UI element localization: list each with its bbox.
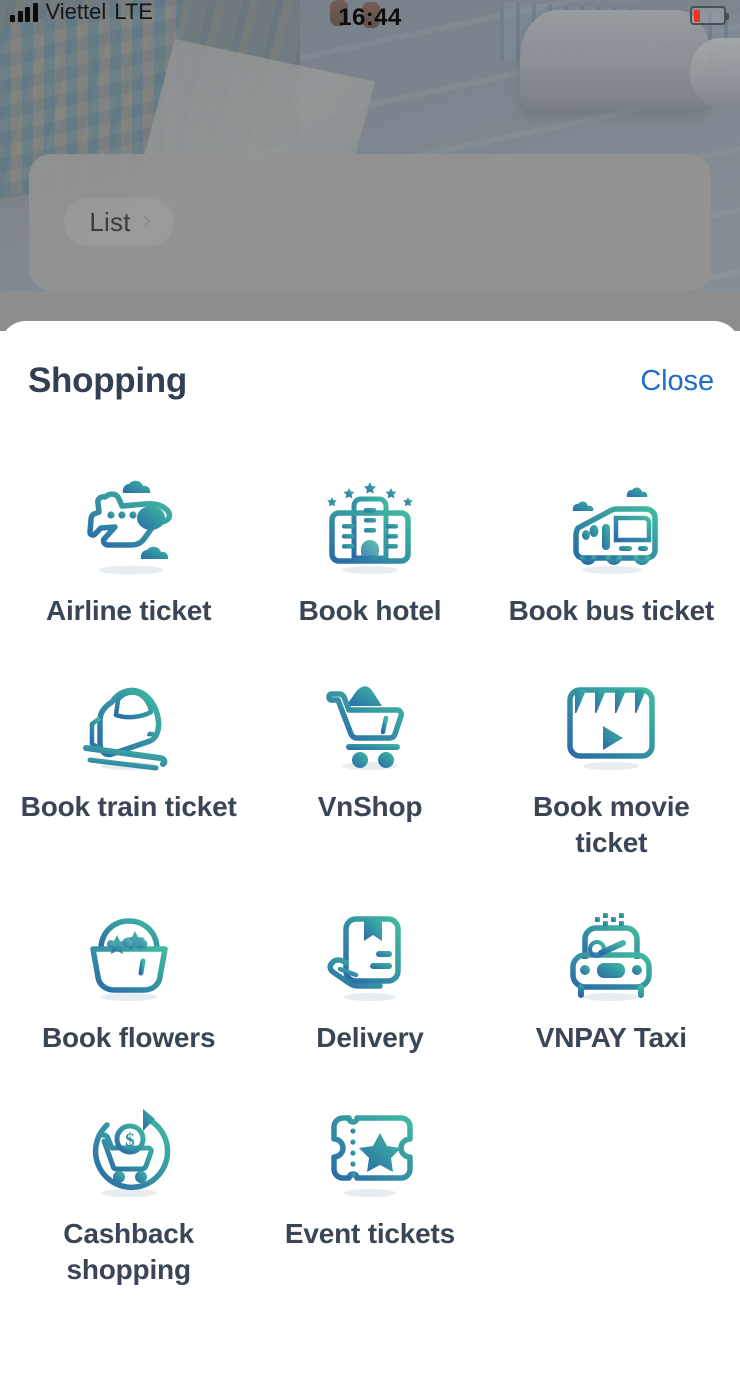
tile-book-flowers[interactable]: Book flowers (8, 886, 249, 1082)
list-chip-label: List (89, 206, 131, 237)
status-bar-clock: 16:44 (338, 4, 402, 31)
train-icon (71, 669, 187, 779)
tile-label: Book train ticket (20, 790, 237, 822)
tile-label: Book bus ticket (508, 595, 715, 626)
tile-label: Book flowers (41, 1022, 216, 1054)
tile-label: VNPAY Taxi (535, 1022, 687, 1054)
tile-vnshop[interactable]: VnShop (249, 655, 490, 887)
tile-label: Airline ticket (46, 595, 212, 626)
hotel-building-icon (312, 473, 428, 583)
phone-screen: List Viettel LTE 16:44 Shopping Close Ai… (0, 0, 740, 1376)
close-button[interactable]: Close (640, 365, 714, 398)
tile-label: Cashback shopping (63, 1218, 194, 1286)
clapperboard-icon (553, 669, 669, 779)
tile-label: Book hotel (298, 595, 442, 626)
flower-basket-icon (71, 900, 187, 1010)
tile-airline-ticket[interactable]: Airline ticket (8, 459, 249, 655)
tile-event-tickets[interactable]: Event tickets (249, 1082, 490, 1314)
parcel-hand-icon (312, 900, 428, 1010)
tile-cashback-shopping[interactable]: $ Cashback shopping (8, 1082, 249, 1314)
tile-vnpay-taxi[interactable]: VNPAY Taxi (491, 886, 732, 1082)
airplane-icon (71, 473, 187, 583)
tile-label: VnShop (317, 790, 423, 822)
svg-text:$: $ (125, 1130, 135, 1151)
cashback-cart-icon: $ (71, 1096, 187, 1206)
tile-label: Book movie ticket (532, 790, 690, 858)
battery-low-icon (690, 6, 729, 25)
shopping-bottom-sheet: Shopping Close Airline ticket Book hotel… (0, 321, 740, 1376)
status-bar: Viettel LTE 16:44 (0, 0, 740, 34)
tile-book-train-ticket[interactable]: Book train ticket (8, 655, 249, 887)
tile-book-hotel[interactable]: Book hotel (249, 459, 490, 655)
tile-book-movie-ticket[interactable]: Book movie ticket (491, 655, 732, 887)
chevron-right-icon (137, 215, 151, 228)
bus-icon (553, 473, 669, 583)
taxi-car-icon (553, 900, 669, 1010)
tile-label: Event tickets (284, 1218, 456, 1250)
shopping-cart-icon (312, 669, 428, 779)
sheet-header: Shopping Close (0, 321, 740, 441)
event-ticket-icon (312, 1096, 428, 1206)
page-title: Shopping (28, 361, 187, 400)
tile-book-bus-ticket[interactable]: Book bus ticket (491, 459, 732, 655)
tile-label: Delivery (316, 1022, 424, 1054)
tile-delivery[interactable]: Delivery (249, 886, 490, 1082)
services-grid: Airline ticket Book hotel Book bus ticke… (0, 441, 740, 1314)
list-chip-button[interactable]: List (64, 198, 174, 246)
